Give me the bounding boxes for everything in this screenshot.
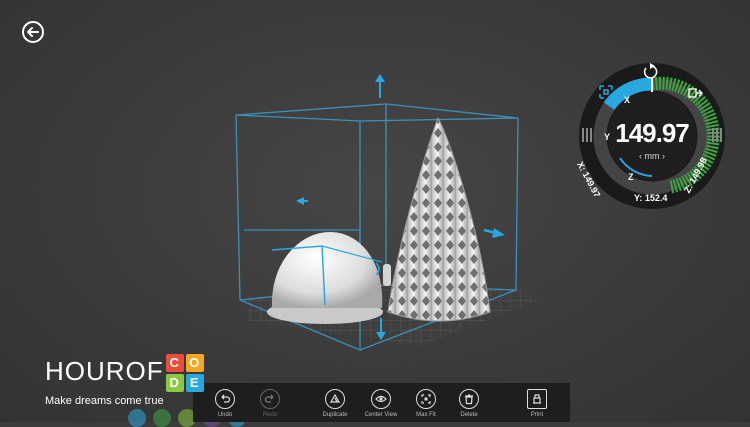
trash-icon: [459, 389, 479, 409]
brand-hour-of: HOUROF: [45, 356, 164, 386]
undo-icon: [215, 389, 235, 409]
redo-icon: [260, 389, 280, 409]
small-cylinder-model[interactable]: [383, 264, 391, 286]
printer-icon: [527, 389, 547, 409]
scale-widget[interactable]: X Y Z 149.97 ‹ mm › X: 149.97 Y: 152.4 Z…: [575, 62, 726, 210]
code-letter-d: D: [165, 374, 184, 392]
chevron-left-icon[interactable]: ‹: [639, 151, 642, 161]
axis-tag-z: Z: [628, 172, 634, 182]
undo-label: Undo: [217, 412, 233, 418]
chevron-right-icon[interactable]: ›: [662, 151, 665, 161]
print-label: Print: [530, 412, 544, 418]
move-left-arrow[interactable]: [296, 197, 308, 205]
duplicate-icon: [325, 389, 345, 409]
duplicate-label: Duplicate: [322, 412, 348, 418]
3d-viewport[interactable]: X Y Z 149.97 ‹ mm › X: 149.97 Y: 152.4 Z…: [0, 0, 750, 427]
delete-button[interactable]: Delete: [443, 389, 495, 418]
code-letter-e: E: [185, 374, 204, 392]
max-fit-label: Max Fit: [416, 412, 436, 418]
move-up-arrow[interactable]: [375, 74, 385, 98]
duplicate-button[interactable]: Duplicate: [309, 389, 361, 418]
print-button[interactable]: Print: [511, 389, 563, 418]
bottom-toolbar: Undo Redo Duplicate Center View Max Fit: [193, 383, 570, 422]
code-letter-grid: C O D E: [165, 354, 204, 392]
hour-of-code-logo: HOUROF C O D E Make dreams come true: [45, 354, 204, 407]
move-right-arrow[interactable]: [483, 228, 505, 238]
cone-model[interactable]: [387, 116, 491, 322]
unit-label: mm: [644, 151, 660, 161]
scale-value[interactable]: 149.97: [578, 118, 726, 149]
redo-label: Redo: [262, 412, 278, 418]
max-fit-icon: [416, 389, 436, 409]
redo-button[interactable]: Redo: [244, 389, 296, 418]
center-view-label: Center View: [364, 412, 398, 418]
eye-icon: [371, 389, 391, 409]
arrow-left-icon: [27, 27, 39, 37]
y-readout: Y: 152.4: [634, 193, 668, 203]
brand-tagline: Make dreams come true: [45, 395, 164, 407]
dome-model[interactable]: [267, 232, 383, 324]
axis-tag-x: X: [624, 95, 631, 105]
delete-label: Delete: [460, 412, 478, 418]
back-button[interactable]: [22, 21, 44, 43]
